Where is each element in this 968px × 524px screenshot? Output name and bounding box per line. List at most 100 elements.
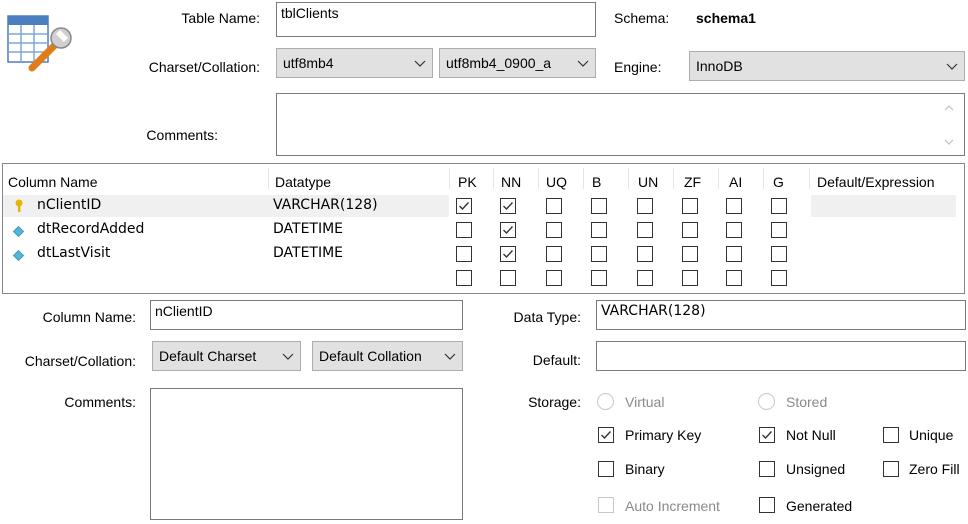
unique-label: Unique [909, 427, 954, 443]
pk-checkbox[interactable] [456, 222, 472, 238]
chevron-down-icon [282, 351, 294, 363]
column-name-value: nClientID [155, 303, 213, 319]
header-nn[interactable]: NN [501, 174, 521, 190]
column-name-cell[interactable]: nClientID [37, 197, 101, 213]
primary-key-label: Primary Key [625, 427, 702, 443]
header-b[interactable]: B [592, 174, 601, 190]
table-row[interactable]: nClientID VARCHAR(128) [3, 195, 964, 217]
storage-label: Storage: [528, 394, 581, 410]
header-zf[interactable]: ZF [684, 174, 701, 190]
data-type-value: VARCHAR(128) [601, 303, 706, 319]
column-name-cell[interactable]: dtRecordAdded [37, 221, 144, 237]
engine-label: Engine: [614, 59, 662, 75]
datatype-cell[interactable]: DATETIME [273, 221, 343, 237]
table-name-input[interactable]: tblClients [276, 2, 596, 37]
b-checkbox[interactable] [591, 246, 607, 262]
binary-label: Binary [625, 461, 665, 477]
datatype-cell[interactable]: DATETIME [273, 245, 343, 261]
not-null-label: Not Null [786, 427, 836, 443]
un-checkbox[interactable] [637, 222, 653, 238]
pk-checkbox[interactable] [456, 198, 472, 214]
virtual-radio[interactable] [597, 393, 614, 410]
charset-collation-label: Charset/Collation: [148, 59, 260, 75]
header-datatype[interactable]: Datatype [275, 174, 331, 190]
zf-checkbox[interactable] [682, 270, 698, 286]
table-comments-input[interactable] [276, 93, 965, 156]
g-checkbox[interactable] [771, 246, 787, 262]
zero-fill-checkbox[interactable] [883, 461, 899, 477]
datatype-cell[interactable]: VARCHAR(128) [273, 197, 378, 213]
header-ai[interactable]: AI [729, 174, 742, 190]
g-checkbox[interactable] [771, 222, 787, 238]
ai-checkbox[interactable] [726, 198, 742, 214]
chevron-down-icon [577, 58, 589, 70]
b-checkbox[interactable] [591, 198, 607, 214]
unsigned-checkbox[interactable] [759, 461, 775, 477]
header-un[interactable]: UN [638, 174, 658, 190]
scroll-up-icon[interactable] [944, 104, 954, 112]
uq-checkbox[interactable] [546, 270, 562, 286]
column-name-cell[interactable]: dtLastVisit [37, 245, 110, 261]
default-label: Default: [532, 352, 581, 368]
scroll-down-icon[interactable] [944, 138, 954, 146]
header-g[interactable]: G [773, 174, 784, 190]
nn-checkbox[interactable] [500, 222, 516, 238]
table-row[interactable]: dtRecordAdded DATETIME [3, 219, 964, 241]
zf-checkbox[interactable] [682, 198, 698, 214]
primary-key-checkbox[interactable] [598, 427, 614, 443]
column-name-input[interactable]: nClientID [150, 300, 463, 330]
nn-checkbox[interactable] [500, 246, 516, 262]
ai-checkbox[interactable] [726, 270, 742, 286]
stored-label: Stored [786, 394, 828, 410]
column-name-label: Column Name: [42, 309, 136, 325]
b-checkbox[interactable] [591, 222, 607, 238]
g-checkbox[interactable] [771, 270, 787, 286]
chevron-down-icon [444, 351, 456, 363]
schema-value: schema1 [696, 10, 756, 26]
un-checkbox[interactable] [637, 246, 653, 262]
nn-checkbox[interactable] [500, 270, 516, 286]
table-collation-select[interactable]: utf8mb4_0900_a [439, 48, 596, 78]
uq-checkbox[interactable] [546, 198, 562, 214]
zf-checkbox[interactable] [682, 246, 698, 262]
binary-checkbox[interactable] [598, 461, 614, 477]
not-null-checkbox[interactable] [759, 427, 775, 443]
generated-label: Generated [786, 498, 853, 514]
engine-select[interactable]: InnoDB [689, 51, 965, 81]
column-charset-select[interactable]: Default Charset [152, 341, 301, 371]
ai-checkbox[interactable] [726, 246, 742, 262]
table-collation-value: utf8mb4_0900_a [446, 55, 552, 71]
table-charset-select[interactable]: utf8mb4 [276, 48, 433, 78]
pk-checkbox[interactable] [456, 246, 472, 262]
generated-checkbox[interactable] [759, 497, 775, 513]
schema-label: Schema: [614, 10, 670, 26]
engine-value: InnoDB [696, 58, 743, 74]
table-charset-value: utf8mb4 [283, 55, 334, 71]
header-column-name[interactable]: Column Name [8, 174, 97, 190]
g-checkbox[interactable] [771, 198, 787, 214]
header-default-expression[interactable]: Default/Expression [817, 174, 935, 190]
header-uq[interactable]: UQ [546, 174, 567, 190]
column-comments-input[interactable] [150, 388, 463, 520]
uq-checkbox[interactable] [546, 246, 562, 262]
column-collation-select[interactable]: Default Collation [312, 341, 463, 371]
b-checkbox[interactable] [591, 270, 607, 286]
auto-increment-checkbox[interactable] [598, 497, 614, 513]
default-input[interactable] [596, 341, 966, 371]
zf-checkbox[interactable] [682, 222, 698, 238]
header-pk[interactable]: PK [458, 174, 477, 190]
columns-grid[interactable]: Column Name Datatype PK NN UQ B UN ZF AI… [2, 163, 965, 294]
table-row[interactable] [3, 267, 964, 289]
unique-checkbox[interactable] [883, 427, 899, 443]
ai-checkbox[interactable] [726, 222, 742, 238]
uq-checkbox[interactable] [546, 222, 562, 238]
default-expression-cell[interactable] [811, 195, 956, 217]
un-checkbox[interactable] [637, 198, 653, 214]
table-name-label: Table Name: [181, 10, 260, 26]
un-checkbox[interactable] [637, 270, 653, 286]
nn-checkbox[interactable] [500, 198, 516, 214]
stored-radio[interactable] [758, 393, 775, 410]
pk-checkbox[interactable] [456, 270, 472, 286]
table-row[interactable]: dtLastVisit DATETIME [3, 243, 964, 265]
data-type-input[interactable]: VARCHAR(128) [596, 300, 966, 330]
